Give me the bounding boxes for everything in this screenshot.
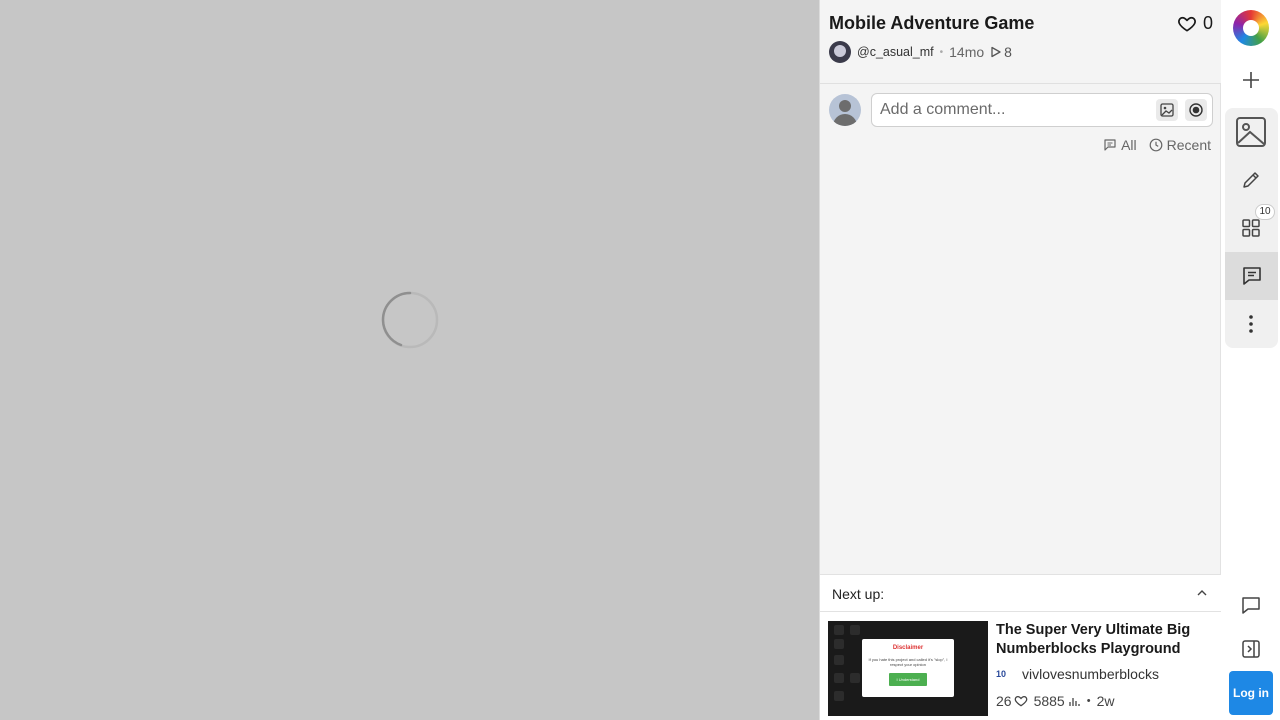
author-link[interactable]: @c_asual_mf: [857, 45, 934, 59]
more-options-button[interactable]: [1225, 308, 1277, 340]
next-up-label: Next up:: [832, 586, 885, 602]
more-vertical-icon: [1249, 315, 1253, 333]
right-rail: 10 Log in: [1221, 0, 1280, 720]
plus-icon: [1243, 72, 1259, 88]
game-viewport[interactable]: [0, 0, 819, 720]
next-project-title[interactable]: The Super Very Ultimate Big Numberblocks…: [996, 621, 1212, 659]
new-project-button[interactable]: [1225, 68, 1277, 92]
attach-image-button[interactable]: [1156, 99, 1178, 121]
filter-recent[interactable]: Recent: [1149, 137, 1211, 153]
thumb-block: [834, 639, 844, 649]
thumb-block: [834, 655, 844, 665]
next-project-author[interactable]: 10 vivlovesnumberblocks: [996, 666, 1159, 682]
comment-box: [871, 93, 1213, 127]
next-author-name: vivlovesnumberblocks: [1022, 666, 1159, 682]
thumb-block: [850, 625, 860, 635]
next-project-stats: 26 5885 • 2w: [996, 693, 1115, 709]
tool-group: 10: [1225, 108, 1278, 348]
project-age: 14mo: [949, 44, 985, 60]
image-icon: [1160, 103, 1174, 117]
heart-icon: [1178, 16, 1196, 31]
project-title: Mobile Adventure Game: [829, 13, 1035, 33]
record-button[interactable]: [1185, 99, 1207, 121]
avatar-head-shape: [839, 100, 851, 112]
pencil-icon: [1243, 172, 1259, 188]
logo-icon[interactable]: [1233, 10, 1269, 46]
app-root: Mobile Adventure Game 0 @c_asual_mf • 14…: [0, 0, 1280, 720]
comment-input[interactable]: [872, 94, 1142, 126]
sidebar-collapse-icon: [1242, 640, 1260, 658]
filter-all-label: All: [1121, 137, 1137, 153]
clock-icon: [1149, 138, 1163, 152]
user-avatar: [829, 94, 861, 126]
collapse-panel-button[interactable]: [1225, 637, 1277, 661]
comments-tool-button[interactable]: [1225, 252, 1278, 300]
next-project-thumbnail[interactable]: Disclaimer If you hate this project and …: [828, 621, 988, 716]
thumbnail-disclaimer-dialog: Disclaimer If you hate this project and …: [862, 639, 954, 697]
author-avatar[interactable]: [829, 41, 851, 63]
avatar-body-shape: [833, 114, 857, 126]
grid-icon: [1242, 219, 1260, 237]
disclaimer-text: If you hate this project and called it's…: [868, 657, 948, 667]
chat-icon: [1104, 139, 1116, 151]
run-count-value: 8: [1004, 44, 1012, 60]
play-icon: [991, 46, 1001, 58]
next-project-age: 2w: [1096, 693, 1115, 709]
next-view-count: 5885: [1033, 693, 1065, 709]
filter-recent-label: Recent: [1166, 137, 1211, 153]
meta-separator: •: [939, 46, 944, 58]
chevron-up-icon[interactable]: [1195, 586, 1209, 600]
disclaimer-button: I Understand: [888, 673, 928, 686]
comment-filters: All Recent: [1103, 137, 1211, 153]
disclaimer-heading: Disclaimer: [892, 645, 924, 651]
next-up-header[interactable]: Next up:: [820, 575, 1221, 612]
like-count: 0: [1202, 13, 1213, 33]
project-header: Mobile Adventure Game 0 @c_asual_mf • 14…: [820, 0, 1221, 84]
heart-icon: [1014, 695, 1027, 707]
thumb-block: [834, 673, 844, 683]
thumb-block: [834, 625, 844, 635]
thumb-block: [850, 673, 860, 683]
loading-spinner: [381, 291, 439, 349]
feedback-button[interactable]: [1225, 593, 1277, 617]
filter-all[interactable]: All: [1103, 137, 1137, 153]
message-icon: [1242, 597, 1260, 614]
login-button[interactable]: Log in: [1229, 671, 1273, 715]
stats-separator: •: [1086, 695, 1091, 707]
chat-icon: [1242, 267, 1261, 285]
next-up-section: Next up: Disclaimer If you hate this pro…: [820, 574, 1221, 720]
comment-composer: [829, 93, 1213, 127]
record-icon: [1189, 103, 1203, 117]
next-author-avatar: 10: [996, 669, 1007, 679]
side-panel: Mobile Adventure Game 0 @c_asual_mf • 14…: [819, 0, 1221, 720]
media-tool-button[interactable]: [1225, 112, 1277, 152]
next-like-count: 26: [996, 693, 1012, 709]
assets-tool-button[interactable]: 10: [1225, 204, 1277, 244]
like-button[interactable]: 0: [1177, 13, 1213, 34]
assets-count-badge: 10: [1255, 204, 1275, 220]
project-meta: @c_asual_mf • 14mo 8: [829, 41, 1012, 63]
bar-chart-icon: [1069, 698, 1080, 706]
edit-tool-button[interactable]: [1225, 164, 1277, 196]
run-count: 8: [990, 44, 1012, 60]
image-icon: [1236, 117, 1266, 147]
thumb-block: [834, 691, 844, 701]
